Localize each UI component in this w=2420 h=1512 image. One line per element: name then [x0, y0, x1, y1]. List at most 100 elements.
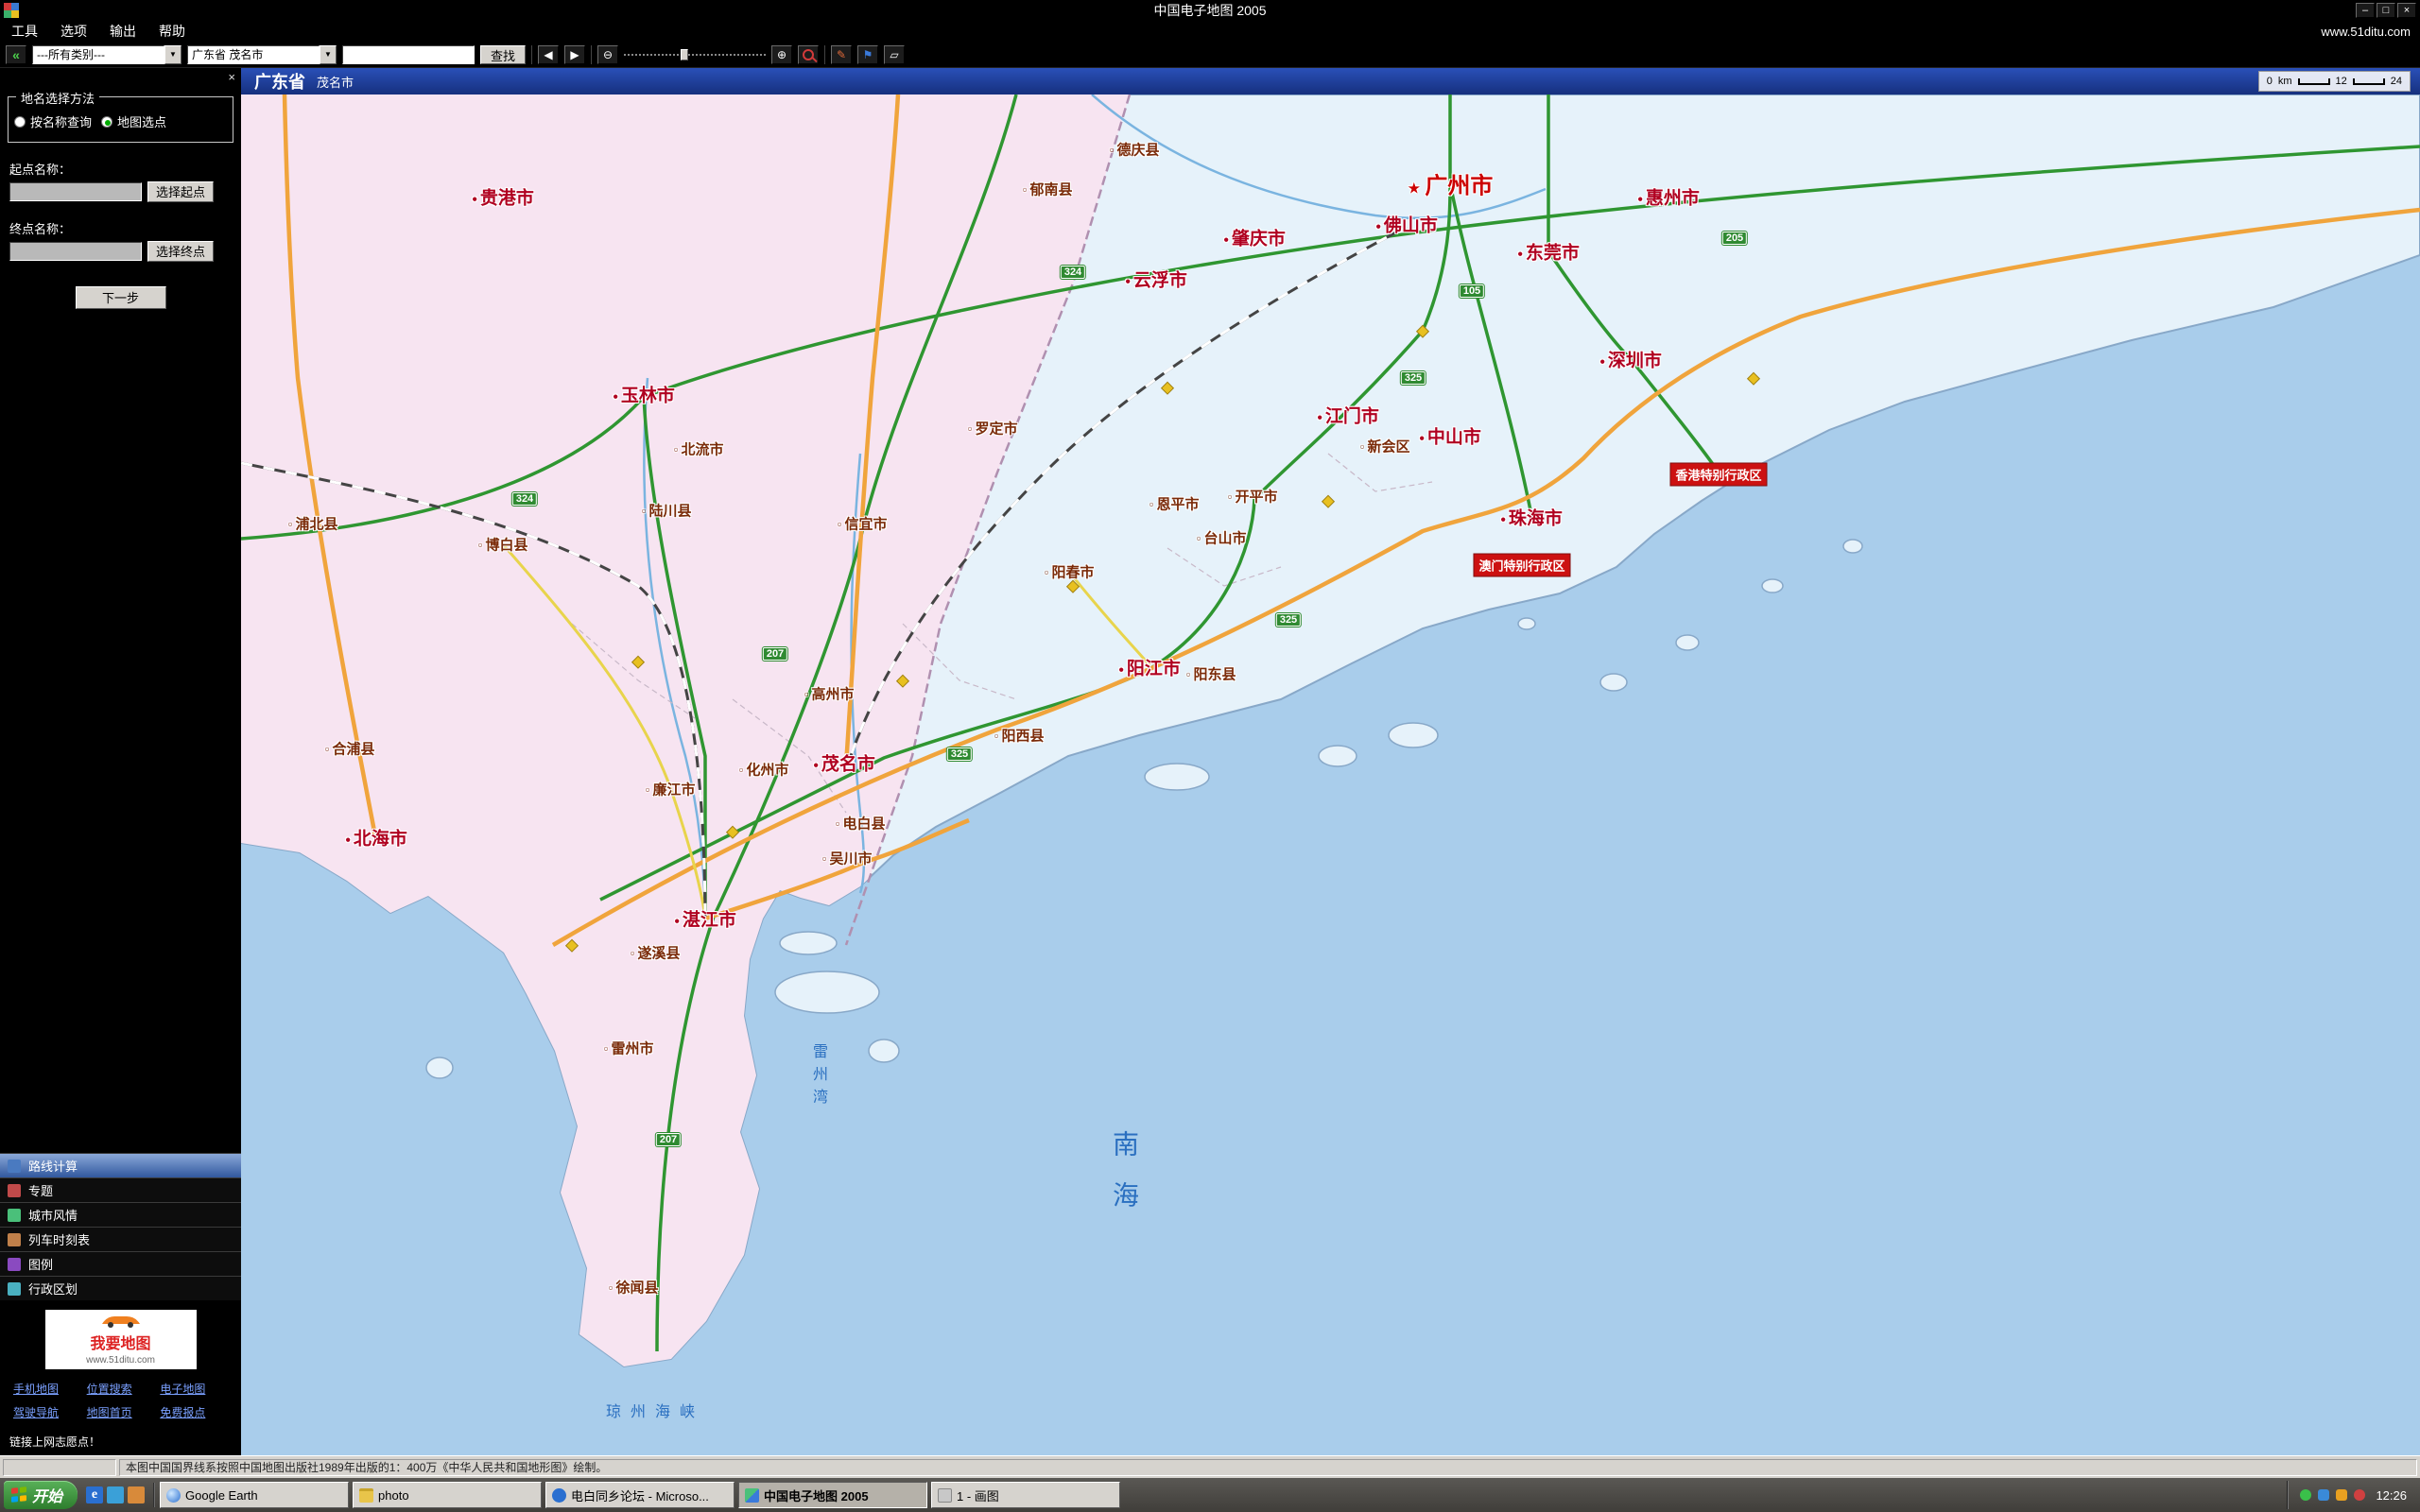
task-photo[interactable]: photo — [353, 1482, 542, 1508]
next-step-button[interactable]: 下一步 — [76, 286, 166, 309]
map-canvas[interactable] — [241, 94, 2420, 1455]
show-desktop-icon[interactable] — [107, 1486, 124, 1503]
measure-pencil-button[interactable]: ✎ — [831, 45, 852, 64]
signup-link[interactable]: 链接上网志愿点！ — [9, 1434, 232, 1450]
zoom-slider-handle[interactable] — [681, 49, 688, 60]
sidebar-item-专题[interactable]: 专题 — [0, 1177, 241, 1202]
zoom-out-button[interactable]: ⊖ — [597, 45, 618, 64]
admin-icon — [8, 1282, 21, 1296]
task-label: 中国电子地图 2005 — [764, 1486, 869, 1504]
menu-item-帮助[interactable]: 帮助 — [147, 21, 197, 42]
polygon-tool-button[interactable]: ▱ — [884, 45, 905, 64]
taskbar-divider — [153, 1483, 155, 1507]
collapse-sidebar-button[interactable]: « — [6, 45, 26, 64]
menu-item-输出[interactable]: 输出 — [98, 21, 147, 42]
scale-tick — [2353, 78, 2385, 85]
desktop: 中国电子地图 2005 – □ × 工具选项输出帮助 www.51ditu.co… — [0, 0, 2420, 1512]
tray-icon-blue[interactable] — [2318, 1489, 2329, 1501]
task-label: photo — [378, 1488, 409, 1503]
chevron-down-icon[interactable] — [164, 45, 182, 64]
train-icon — [8, 1233, 21, 1246]
map-area[interactable]: 广东省 茂名市 0 km 12 24 — [241, 68, 2420, 1455]
toolbar-separator — [591, 45, 592, 64]
find-button[interactable]: 查找 — [480, 45, 526, 64]
sidebar-close-button[interactable]: × — [228, 70, 235, 84]
tray-icon-red[interactable] — [2354, 1489, 2365, 1501]
end-name-input[interactable] — [9, 242, 142, 261]
radio-indicator — [14, 116, 26, 128]
scale-unit: km — [2278, 76, 2292, 87]
zoom-slider-track — [624, 54, 766, 56]
media-player-icon[interactable] — [128, 1486, 145, 1503]
link-位置搜索[interactable]: 位置搜索 — [87, 1381, 155, 1397]
link-电子地图[interactable]: 电子地图 — [160, 1381, 228, 1397]
category-select-value: ---所有类别--- — [32, 45, 164, 64]
sidebar-item-路线计算[interactable]: 路线计算 — [0, 1153, 241, 1177]
sidebar-item-图例[interactable]: 图例 — [0, 1251, 241, 1276]
magnifier-button[interactable] — [798, 45, 819, 64]
sidebar-item-label: 行政区划 — [28, 1280, 78, 1297]
legend-icon — [8, 1258, 21, 1271]
region-select[interactable]: 广东省 茂名市 — [187, 45, 337, 64]
zoom-slider[interactable] — [624, 45, 766, 64]
link-手机地图[interactable]: 手机地图 — [13, 1381, 81, 1397]
scale-end: 24 — [2391, 76, 2402, 87]
start-button[interactable]: 开始 — [4, 1481, 78, 1509]
ie-icon — [552, 1488, 566, 1503]
sidebar-item-列车时刻表[interactable]: 列车时刻表 — [0, 1227, 241, 1251]
start-name-label: 起点名称： — [9, 160, 232, 178]
search-input[interactable] — [342, 45, 475, 64]
category-select[interactable]: ---所有类别--- — [32, 45, 182, 64]
magnifier-icon — [803, 49, 814, 60]
scale-zero: 0 — [2267, 76, 2273, 87]
task-label: 电白同乡论坛 - Microso... — [571, 1486, 709, 1504]
taskbar-tasks: Google Earth photo 电白同乡论坛 - Microso... 中国电子… — [160, 1482, 2282, 1508]
method-legend: 地名选择方法 — [16, 89, 99, 107]
chevron-down-icon[interactable] — [320, 45, 337, 64]
toolbar-separator — [531, 45, 532, 64]
select-start-button[interactable]: 选择起点 — [147, 181, 214, 202]
maximize-button[interactable]: □ — [2377, 3, 2395, 18]
map-icon — [745, 1488, 759, 1503]
link-地图首页[interactable]: 地图首页 — [87, 1404, 155, 1420]
windows-flag-icon — [11, 1486, 26, 1503]
ie-icon[interactable]: e — [86, 1486, 103, 1503]
end-name-label: 终点名称： — [9, 219, 232, 237]
start-label: 开始 — [32, 1484, 62, 1506]
task-中国电子地图 2005[interactable]: 中国电子地图 2005 — [738, 1482, 927, 1508]
status-bar: 本图中国国界线系按照中国地图出版社1989年出版的1：400万《中华人民共和国地… — [0, 1455, 2420, 1478]
minimize-button[interactable]: – — [2356, 3, 2375, 18]
scale-bar: 0 km 12 24 — [2258, 71, 2411, 92]
prev-view-button[interactable]: ◀ — [538, 45, 559, 64]
tray-icon-green[interactable] — [2300, 1489, 2311, 1501]
task-Google Earth[interactable]: Google Earth — [160, 1482, 349, 1508]
map-header: 广东省 茂名市 0 km 12 24 — [241, 68, 2420, 94]
folder-icon — [359, 1488, 373, 1503]
zoom-in-button[interactable]: ⊕ — [771, 45, 792, 64]
radio-按名称查询[interactable]: 按名称查询 — [14, 112, 92, 130]
scale-tick — [2298, 78, 2330, 85]
start-name-input[interactable] — [9, 182, 142, 201]
link-免费报点[interactable]: 免费报点 — [160, 1404, 228, 1420]
main-content: × 地名选择方法 按名称查询地图选点 起点名称： 选择起点 终点名称： 选择终点… — [0, 68, 2420, 1455]
flag-marker-button[interactable]: ⚑ — [857, 45, 878, 64]
link-驾驶导航[interactable]: 驾驶导航 — [13, 1404, 81, 1420]
tray-icon-orange[interactable] — [2336, 1489, 2347, 1501]
radio-地图选点[interactable]: 地图选点 — [101, 112, 166, 130]
menu-item-选项[interactable]: 选项 — [49, 21, 98, 42]
sidebar-item-行政区划[interactable]: 行政区划 — [0, 1276, 241, 1300]
next-view-button[interactable]: ▶ — [564, 45, 585, 64]
sidebar-item-城市风情[interactable]: 城市风情 — [0, 1202, 241, 1227]
menu-bar: 工具选项输出帮助 www.51ditu.com — [0, 21, 2420, 42]
menu-item-工具[interactable]: 工具 — [0, 21, 49, 42]
site-url[interactable]: www.51ditu.com — [2321, 25, 2420, 39]
sidebar-item-label: 城市风情 — [28, 1206, 78, 1224]
scale-mid: 12 — [2336, 76, 2347, 87]
task-1 - 画图[interactable]: 1 - 画图 — [931, 1482, 1120, 1508]
select-end-button[interactable]: 选择终点 — [147, 241, 214, 262]
close-button[interactable]: × — [2397, 3, 2416, 18]
topic-icon — [8, 1184, 21, 1197]
task-电白同乡论坛 - Microso...[interactable]: 电白同乡论坛 - Microso... — [545, 1482, 735, 1508]
brand-logo[interactable]: 我要地图 www.51ditu.com — [45, 1310, 197, 1369]
brand-name: 我要地图 — [90, 1331, 150, 1353]
